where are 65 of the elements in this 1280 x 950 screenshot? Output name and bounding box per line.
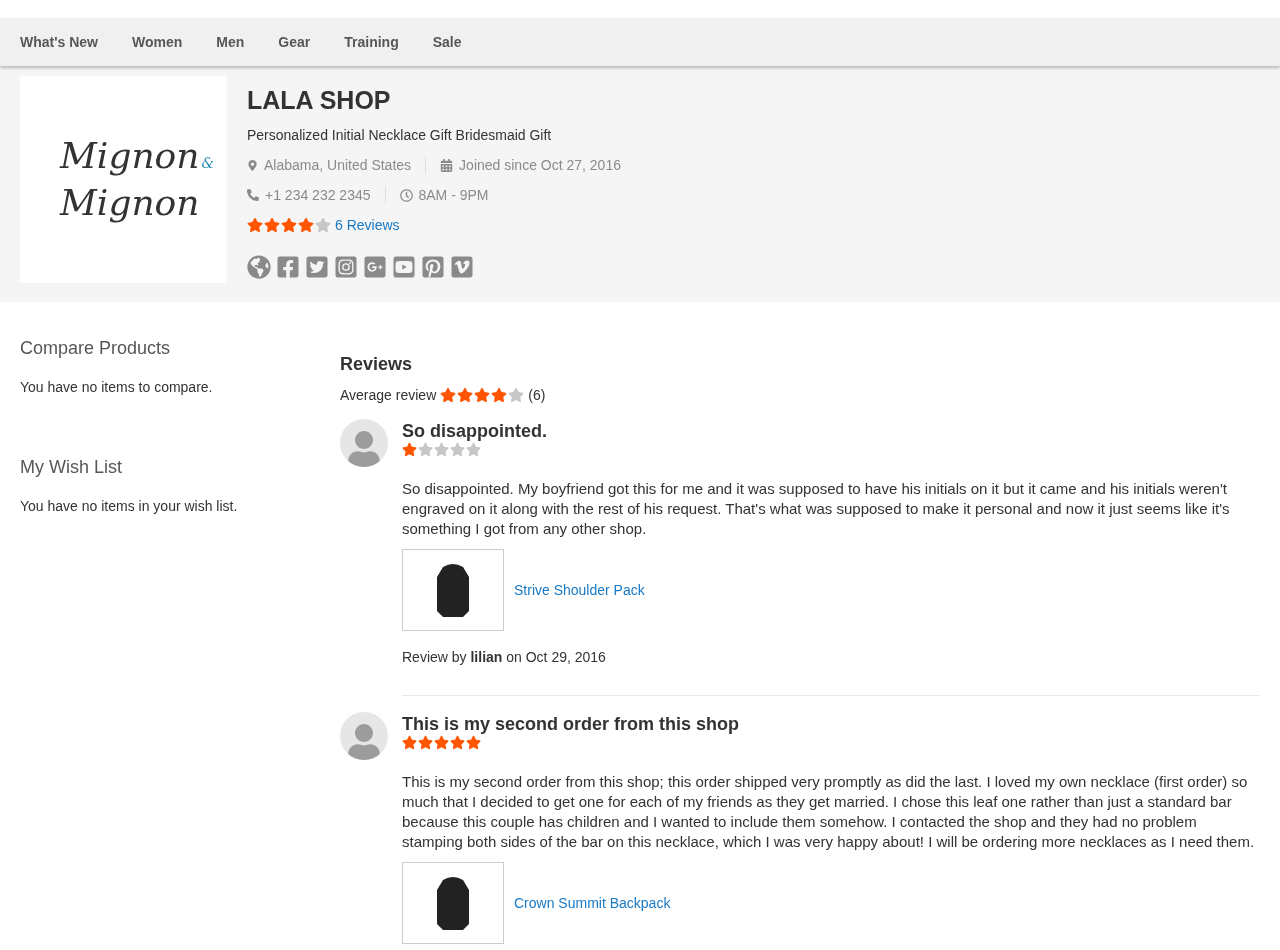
review-title: This is my second order from this shop xyxy=(402,714,741,735)
star-icon xyxy=(315,217,331,233)
star-icon xyxy=(402,735,417,750)
logo-text: Mignon xyxy=(60,183,201,223)
star-icon xyxy=(450,442,465,457)
star-icon xyxy=(264,217,280,233)
logo-text: Mignon& xyxy=(60,136,215,178)
youtube-icon[interactable] xyxy=(392,255,416,279)
product-link[interactable]: Strive Shoulder Pack xyxy=(514,582,645,598)
nav-link[interactable]: Women xyxy=(132,34,183,50)
star-icon xyxy=(457,387,474,403)
star-icon xyxy=(298,217,314,233)
pinterest-icon[interactable] xyxy=(421,255,445,279)
user-avatar xyxy=(340,419,388,467)
website-icon[interactable] xyxy=(247,255,271,279)
star-icon xyxy=(466,735,481,750)
review-count: (6) xyxy=(528,387,546,403)
review-byline: Review by lilian on Oct 29, 2016 xyxy=(402,649,607,665)
vimeo-icon[interactable] xyxy=(450,255,474,279)
review-text: This is my second order from this shop; this order shipped very promptly as did the last. I loved my own necklace (first order) so much that I decided to get one for each of my friends as they get married. I chose this leaf one rather than just a standard bar because this couple has children and I wanted to include them somehow. I contacted the shop and they had no problem stamping both sides of the bar on this necklace, which I was very happy about! I will be ordering more necklaces as I need them. xyxy=(402,772,1256,852)
instagram-icon[interactable] xyxy=(334,255,358,279)
star-icon xyxy=(281,217,297,233)
nav-link[interactable]: Sale xyxy=(432,34,462,50)
calendar-icon xyxy=(440,158,454,172)
star-icon xyxy=(440,387,457,403)
product-link[interactable]: Crown Summit Backpack xyxy=(514,895,671,911)
star-icon xyxy=(508,387,525,403)
sidebar-text: You have no items in your wish list. xyxy=(20,498,239,514)
sidebar-text: You have no items to compare. xyxy=(20,379,214,395)
review-title: So disappointed. xyxy=(402,421,548,442)
review-text: So disappointed. My boyfriend got this for me and it was supposed to have his initials on it but it came and his initials weren't engraved on it along with the rest of his request. That's what was supposed to make it personal and now it just seems like it's something I got from any other shop. xyxy=(402,479,1231,539)
opening-hours: 8AM - 9PM xyxy=(418,187,489,203)
star-icon xyxy=(434,442,449,457)
sidebar-title: My Wish List xyxy=(20,457,123,478)
star-icon xyxy=(450,735,465,750)
user-avatar xyxy=(340,712,388,760)
nav-link[interactable]: Gear xyxy=(278,34,311,50)
product-thumbnail[interactable] xyxy=(402,862,504,944)
star-icon xyxy=(434,735,449,750)
sidebar-title: Compare Products xyxy=(20,338,172,359)
reviews-title: Reviews xyxy=(340,354,414,375)
location-pin-icon xyxy=(247,159,258,171)
clock-icon xyxy=(399,188,413,202)
star-icon xyxy=(474,387,491,403)
shop-phone: +1 234 232 2345 xyxy=(265,187,371,203)
twitter-icon[interactable] xyxy=(305,255,329,279)
nav-link[interactable]: Men xyxy=(216,34,245,50)
shop-tagline: Personalized Initial Necklace Gift Bridesmaid Gift xyxy=(247,127,553,143)
shop-location: Alabama, United States xyxy=(264,157,412,173)
star-icon xyxy=(491,387,508,403)
nav-link[interactable]: What's New xyxy=(20,34,98,50)
facebook-icon[interactable] xyxy=(276,255,300,279)
reviews-link[interactable]: 6 Reviews xyxy=(335,217,400,233)
star-icon xyxy=(402,442,417,457)
star-icon xyxy=(418,735,433,750)
googleplus-icon[interactable] xyxy=(363,255,387,279)
shop-name: LALA SHOP xyxy=(247,86,392,115)
nav-link[interactable]: Training xyxy=(344,34,399,50)
star-icon xyxy=(247,217,263,233)
phone-icon xyxy=(247,189,259,201)
product-thumbnail[interactable] xyxy=(402,549,504,631)
average-review-label: Average review xyxy=(340,387,437,403)
star-icon xyxy=(418,442,433,457)
star-icon xyxy=(466,442,481,457)
joined-date: Joined since Oct 27, 2016 xyxy=(459,157,621,173)
